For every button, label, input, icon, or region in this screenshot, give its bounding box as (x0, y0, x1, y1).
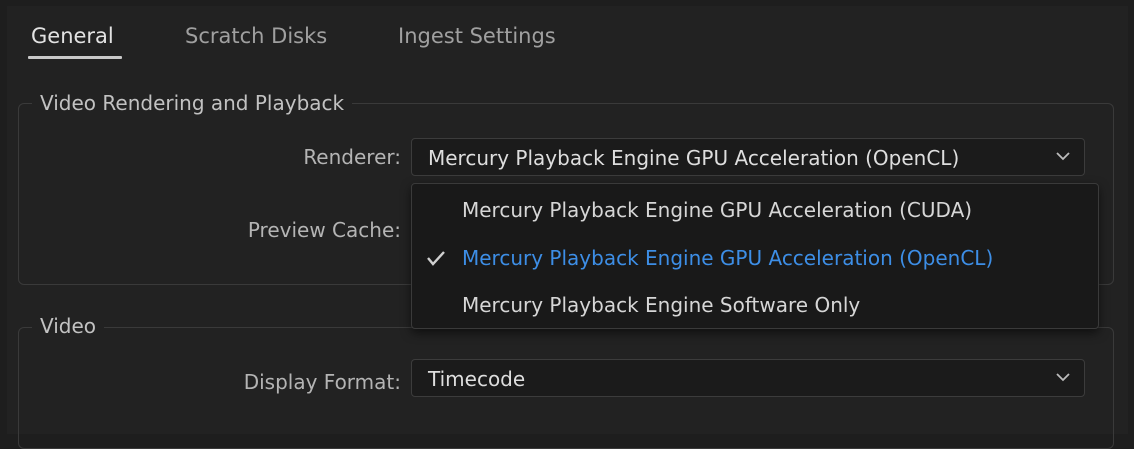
checkmark-icon (427, 251, 445, 266)
tab-general[interactable]: General (31, 24, 114, 48)
renderer-dropdown-menu: Mercury Playback Engine GPU Acceleration… (411, 183, 1099, 329)
display-format-select[interactable]: Timecode (411, 359, 1085, 397)
renderer-option-software-only[interactable]: Mercury Playback Engine Software Only (412, 282, 1098, 328)
chevron-down-icon (1056, 152, 1070, 161)
renderer-option-label: Mercury Playback Engine GPU Acceleration… (462, 198, 973, 222)
preview-cache-label: Preview Cache: (247, 218, 401, 242)
renderer-option-opencl[interactable]: Mercury Playback Engine GPU Acceleration… (412, 235, 1098, 281)
renderer-select-value: Mercury Playback Engine GPU Acceleration… (428, 146, 960, 170)
renderer-option-label: Mercury Playback Engine Software Only (462, 293, 861, 317)
display-format-label: Display Format: (243, 370, 401, 394)
renderer-option-cuda[interactable]: Mercury Playback Engine GPU Acceleration… (412, 187, 1098, 233)
tab-scratch-disks[interactable]: Scratch Disks (185, 24, 327, 48)
renderer-select[interactable]: Mercury Playback Engine GPU Acceleration… (411, 138, 1085, 176)
video-rendering-group-title: Video Rendering and Playback (32, 91, 353, 115)
video-group-title: Video (32, 314, 105, 338)
display-format-select-value: Timecode (428, 367, 526, 391)
chevron-down-icon (1056, 373, 1070, 382)
active-tab-indicator (28, 56, 122, 59)
renderer-label: Renderer: (303, 145, 401, 169)
tab-ingest-settings[interactable]: Ingest Settings (398, 24, 556, 48)
renderer-option-label: Mercury Playback Engine GPU Acceleration… (462, 246, 994, 270)
